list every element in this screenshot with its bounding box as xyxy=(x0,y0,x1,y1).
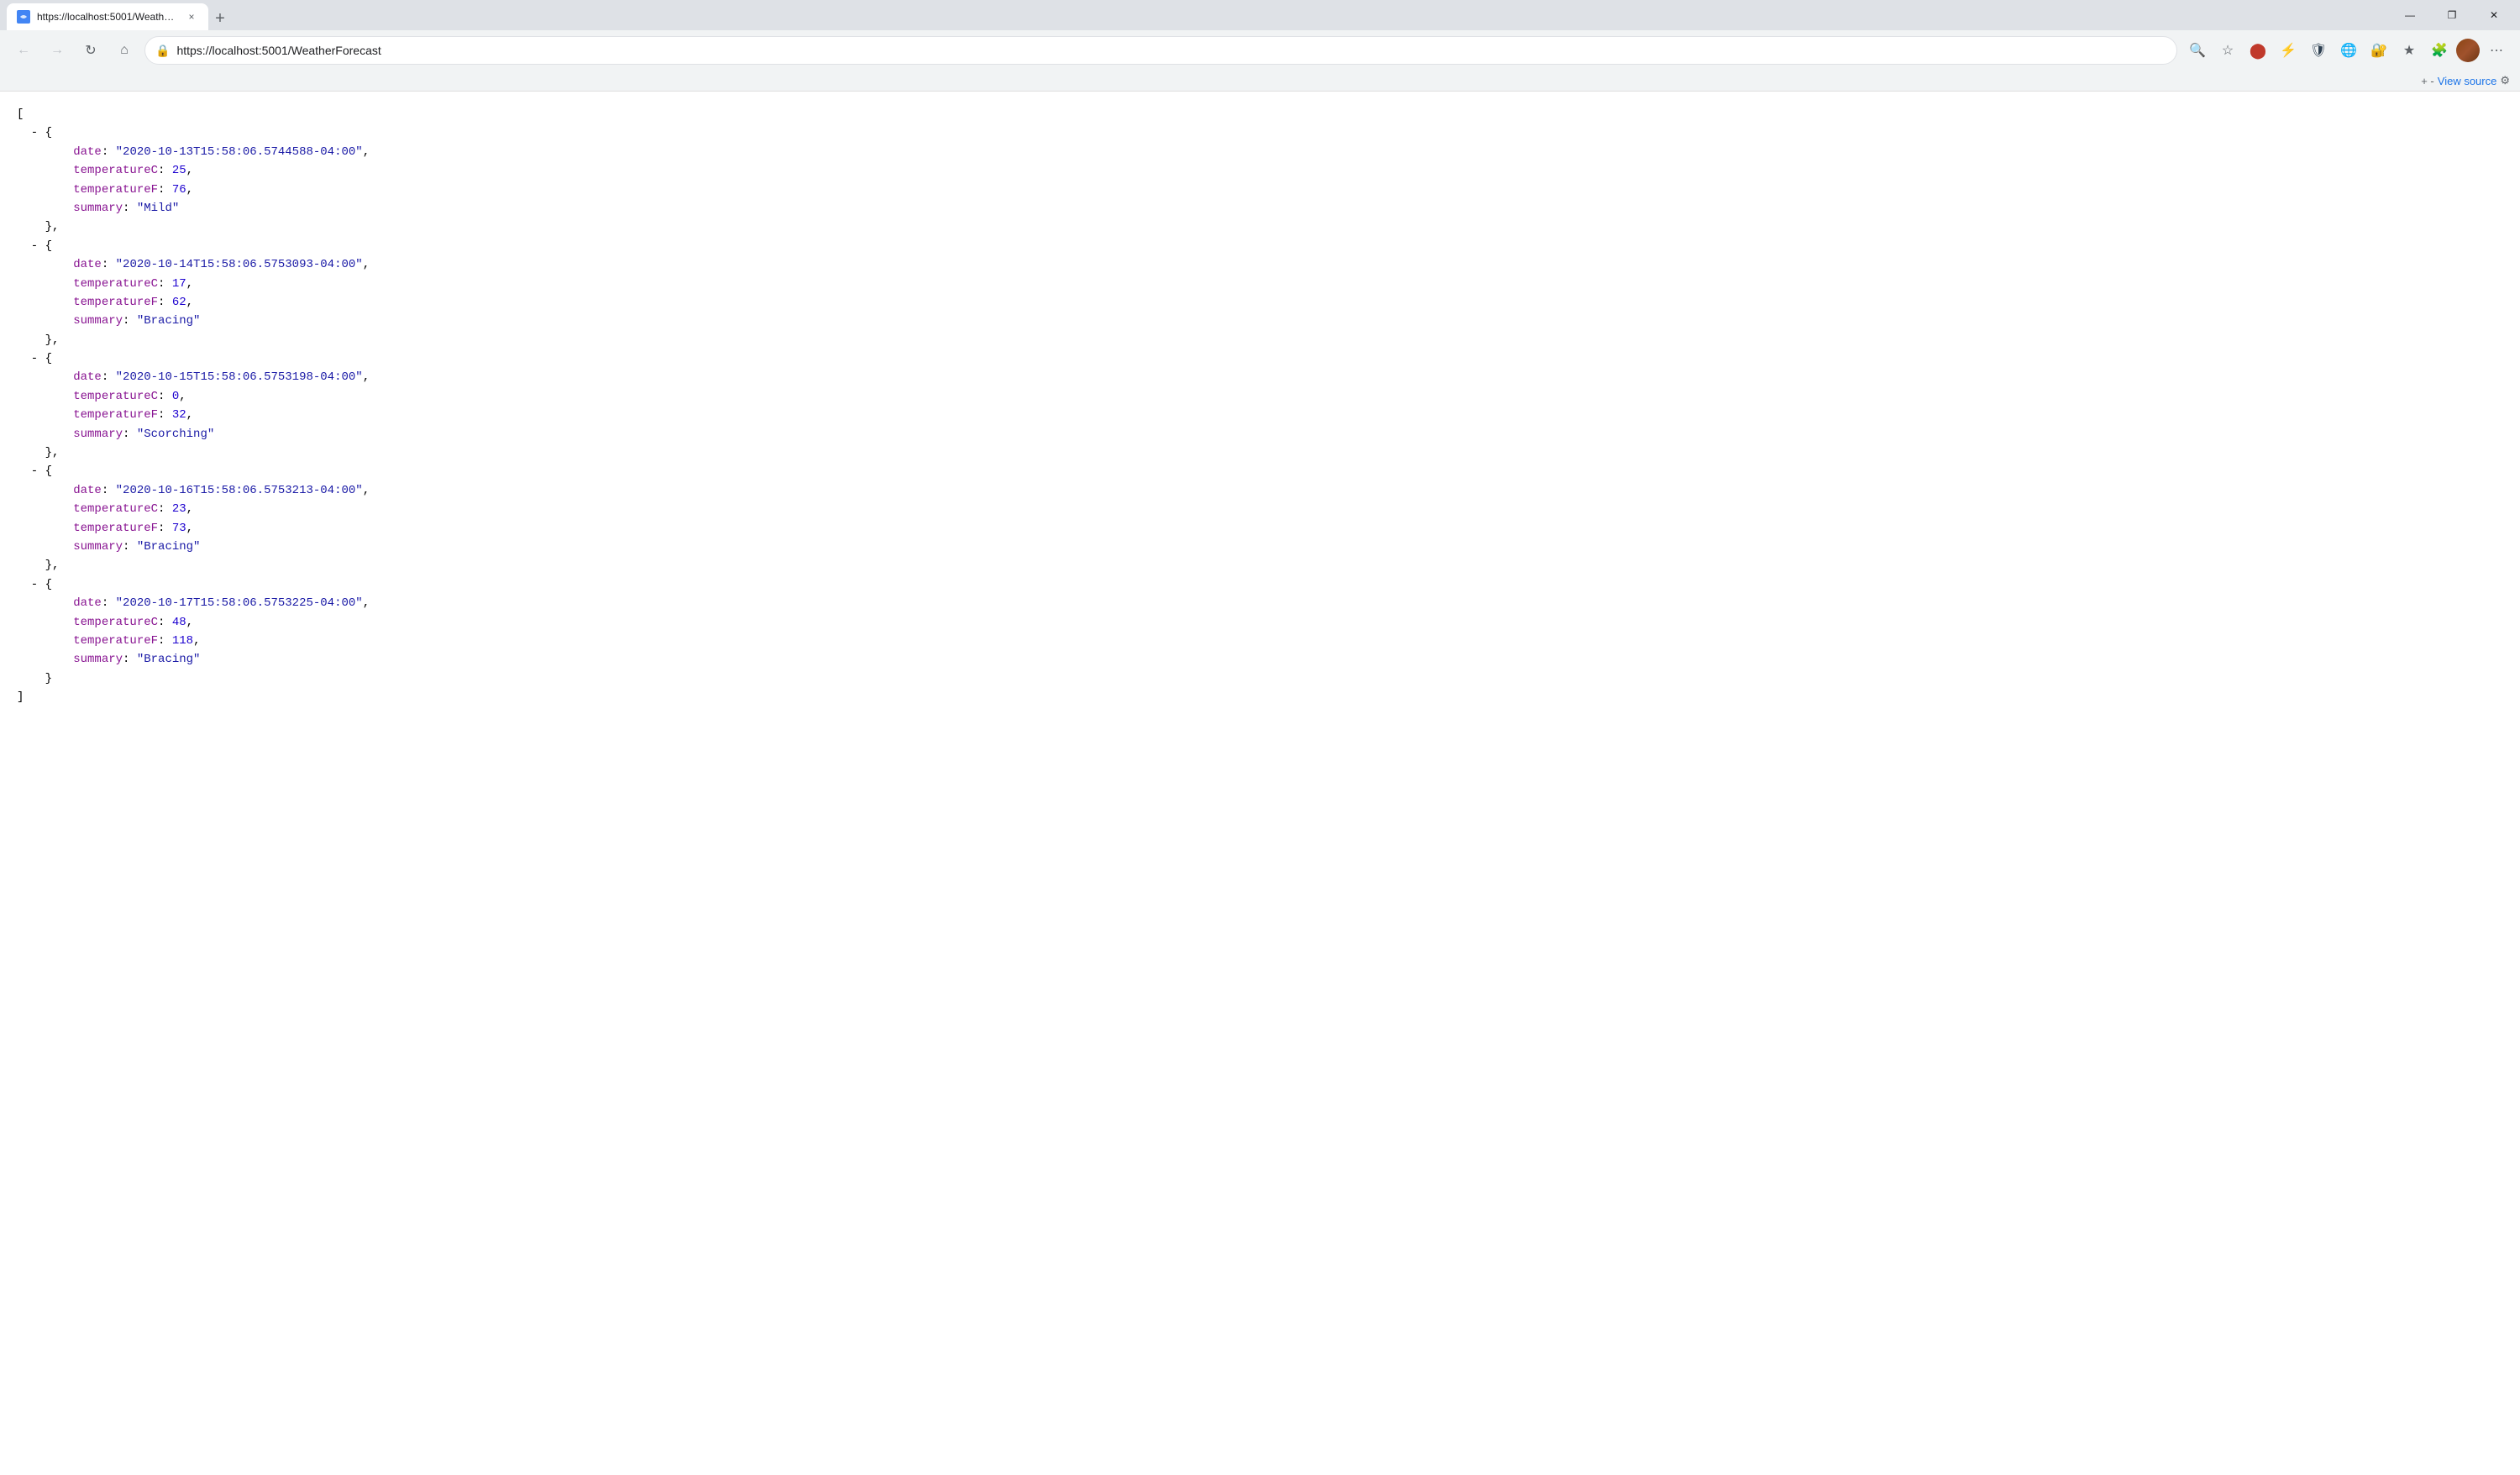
json-date-field: date: "2020-10-13T15:58:06.5744588-04:00… xyxy=(17,143,2503,161)
json-temperaturef-field: temperatureF: 118, xyxy=(17,632,2503,650)
json-temperaturef-field: temperatureF: 76, xyxy=(17,181,2503,199)
forward-button[interactable]: → xyxy=(44,37,71,64)
json-entry-close: }, xyxy=(17,331,2503,349)
close-button[interactable]: ✕ xyxy=(2475,3,2513,28)
favorites-icon: ☆ xyxy=(2222,42,2234,59)
json-entry-open: - { xyxy=(17,237,2503,255)
view-source-settings-icon[interactable]: ⚙ xyxy=(2500,74,2510,87)
back-button[interactable]: ← xyxy=(10,37,37,64)
view-source-prefix: + - xyxy=(2421,75,2434,87)
shield-icon: 🛡 xyxy=(2310,42,2327,59)
json-temperaturef-field: temperatureF: 32, xyxy=(17,406,2503,424)
json-open-bracket: [ xyxy=(17,105,2503,123)
json-temperaturec-field: temperatureC: 23, xyxy=(17,500,2503,518)
maximize-button[interactable]: ❐ xyxy=(2433,3,2471,28)
extension-ublock-button[interactable]: ⬤ xyxy=(2244,37,2271,64)
json-date-field: date: "2020-10-15T15:58:06.5753198-04:00… xyxy=(17,368,2503,386)
new-tab-button[interactable]: + xyxy=(208,7,232,30)
profile-avatar xyxy=(2456,39,2480,62)
back-icon: ← xyxy=(17,43,30,58)
reading-list-icon: ★ xyxy=(2403,42,2415,59)
view-source-bar: + - View source ⚙ xyxy=(0,71,2520,92)
view-source-link[interactable]: View source xyxy=(2438,75,2497,87)
json-summary-field: summary: "Bracing" xyxy=(17,312,2503,330)
extensions-icon: 🧩 xyxy=(2431,42,2448,59)
home-icon: ⌂ xyxy=(120,43,129,58)
json-entry-close: } xyxy=(17,669,2503,688)
privacy-icon: 🌐 xyxy=(2340,42,2357,59)
json-temperaturec-field: temperatureC: 0, xyxy=(17,387,2503,406)
json-temperaturef-field: temperatureF: 62, xyxy=(17,293,2503,312)
extension-privacy-button[interactable]: 🌐 xyxy=(2335,37,2362,64)
forward-icon: → xyxy=(50,43,64,58)
address-input[interactable] xyxy=(176,44,2166,57)
lock-icon: 🔒 xyxy=(155,44,170,58)
extensions-button[interactable]: 🧩 xyxy=(2426,37,2453,64)
extension-wallet-button[interactable]: 🔐 xyxy=(2365,37,2392,64)
extension-shield-button[interactable]: 🛡 xyxy=(2305,37,2332,64)
home-button[interactable]: ⌂ xyxy=(111,37,138,64)
json-date-field: date: "2020-10-16T15:58:06.5753213-04:00… xyxy=(17,481,2503,500)
json-summary-field: summary: "Bracing" xyxy=(17,650,2503,669)
json-entry-open: - { xyxy=(17,349,2503,368)
address-bar[interactable]: 🔒 xyxy=(144,36,2177,65)
lightning-icon: ⚡ xyxy=(2280,42,2297,59)
active-tab[interactable]: https://localhost:5001/WeatherF... × xyxy=(7,3,208,30)
window-controls: — ❐ ✕ xyxy=(2391,3,2513,28)
json-summary-field: summary: "Bracing" xyxy=(17,538,2503,556)
toolbar-icons: 🔍 ☆ ⬤ ⚡ 🛡 🌐 🔐 xyxy=(2184,37,2510,64)
ublock-icon: ⬤ xyxy=(2250,42,2266,60)
json-entry-open: - { xyxy=(17,123,2503,142)
search-button[interactable]: 🔍 xyxy=(2184,37,2211,64)
tab-favicon xyxy=(17,10,30,24)
json-close-bracket: ] xyxy=(17,688,2503,706)
reload-button[interactable]: ↻ xyxy=(77,37,104,64)
more-icon: ⋯ xyxy=(2490,42,2503,59)
json-temperaturec-field: temperatureC: 25, xyxy=(17,161,2503,180)
search-icon: 🔍 xyxy=(2189,42,2206,59)
json-entry-close: }, xyxy=(17,444,2503,462)
json-summary-field: summary: "Mild" xyxy=(17,199,2503,218)
json-temperaturec-field: temperatureC: 17, xyxy=(17,275,2503,293)
navigation-bar: ← → ↻ ⌂ 🔒 🔍 ☆ ⬤ ⚡ xyxy=(0,30,2520,71)
profile-button[interactable] xyxy=(2456,39,2480,62)
json-entries: - { date: "2020-10-13T15:58:06.5744588-0… xyxy=(17,123,2503,688)
json-summary-field: summary: "Scorching" xyxy=(17,425,2503,444)
favorites-button[interactable]: ☆ xyxy=(2214,37,2241,64)
json-date-field: date: "2020-10-14T15:58:06.5753093-04:00… xyxy=(17,255,2503,274)
extension-lightning-button[interactable]: ⚡ xyxy=(2275,37,2302,64)
title-bar: https://localhost:5001/WeatherF... × + —… xyxy=(0,0,2520,30)
reading-list-button[interactable]: ★ xyxy=(2396,37,2423,64)
tab-close-button[interactable]: × xyxy=(185,10,198,24)
json-entry-close: }, xyxy=(17,556,2503,575)
json-entry-open: - { xyxy=(17,462,2503,480)
json-date-field: date: "2020-10-17T15:58:06.5753225-04:00… xyxy=(17,594,2503,612)
json-temperaturec-field: temperatureC: 48, xyxy=(17,613,2503,632)
json-entry-open: - { xyxy=(17,575,2503,594)
browser-window: https://localhost:5001/WeatherF... × + —… xyxy=(0,0,2520,1475)
json-temperaturef-field: temperatureF: 73, xyxy=(17,519,2503,538)
json-content: [ - { date: "2020-10-13T15:58:06.5744588… xyxy=(0,92,2520,1475)
tab-title: https://localhost:5001/WeatherF... xyxy=(37,11,178,23)
json-entry-close: }, xyxy=(17,218,2503,236)
reload-icon: ↻ xyxy=(85,42,96,59)
minimize-button[interactable]: — xyxy=(2391,3,2429,28)
tab-area: https://localhost:5001/WeatherF... × + xyxy=(7,0,2384,30)
more-options-button[interactable]: ⋯ xyxy=(2483,37,2510,64)
wallet-icon: 🔐 xyxy=(2370,42,2387,59)
